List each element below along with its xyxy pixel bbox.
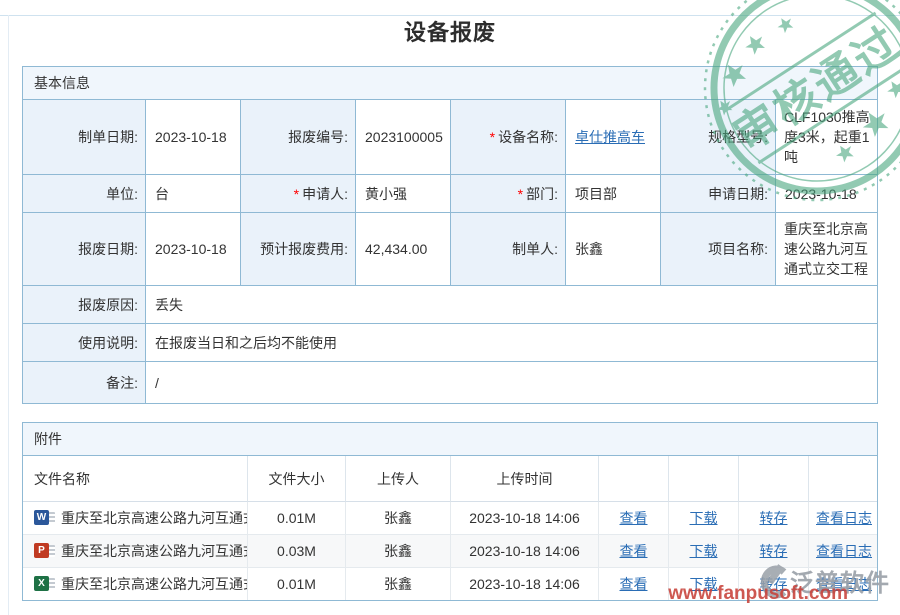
basic-info-table: 制单日期: 2023-10-18 报废编号: 2023100005 *设备名称:… — [23, 100, 878, 404]
col-upload-time: 上传时间 — [451, 456, 599, 502]
file-size: 0.01M — [248, 502, 346, 535]
attachments-table: 文件名称 文件大小 上传人 上传时间 W 重庆至北京高速公路九河互通式 0.01M… — [23, 456, 878, 601]
field-label-spec-model: 规格型号: — [661, 100, 776, 175]
download-link[interactable]: 下载 — [690, 576, 718, 592]
field-value-scrap-reason: 丢失 — [146, 286, 878, 324]
saveas-link[interactable]: 转存 — [760, 510, 788, 526]
file-uploader: 张鑫 — [346, 535, 451, 568]
field-value-make-date: 2023-10-18 — [146, 100, 241, 175]
attachments-panel: 附件 文件名称 文件大小 上传人 上传时间 W 重庆至北京高速公路九河互通式 — [22, 422, 878, 601]
field-label-scrap-reason: 报废原因: — [23, 286, 146, 324]
view-log-link[interactable]: 查看日志 — [816, 510, 872, 526]
col-action-view — [599, 456, 669, 502]
basic-info-panel: 基本信息 制单日期: 2023-10-18 报废编号: 2023100005 *… — [22, 66, 878, 404]
excel-file-icon: X — [34, 576, 55, 592]
ppt-file-icon: P — [34, 543, 55, 559]
download-link[interactable]: 下载 — [690, 543, 718, 559]
col-action-download — [669, 456, 739, 502]
attachments-section-header: 附件 — [23, 423, 877, 456]
field-value-spec-model: CLF1030推高度3米，起重1吨 — [776, 100, 878, 175]
top-divider — [0, 15, 900, 16]
file-upload-time: 2023-10-18 14:06 — [451, 535, 599, 568]
view-log-link[interactable]: 查看日志 — [816, 576, 872, 592]
view-link[interactable]: 查看 — [620, 543, 648, 559]
field-label-project-name: 项目名称: — [661, 213, 776, 286]
required-marker: * — [490, 129, 495, 145]
col-action-saveas — [739, 456, 809, 502]
file-name: 重庆至北京高速公路九河互通式 — [61, 543, 248, 559]
download-link[interactable]: 下载 — [690, 510, 718, 526]
file-size: 0.03M — [248, 535, 346, 568]
saveas-link[interactable]: 转存 — [760, 543, 788, 559]
file-upload-time: 2023-10-18 14:06 — [451, 502, 599, 535]
file-uploader: 张鑫 — [346, 502, 451, 535]
attachment-row: P 重庆至北京高速公路九河互通式 0.03M 张鑫 2023-10-18 14:0… — [23, 535, 878, 568]
file-name: 重庆至北京高速公路九河互通式 — [61, 510, 248, 526]
field-label-remark: 备注: — [23, 362, 146, 404]
attachment-row: X 重庆至北京高速公路九河互通式 0.01M 张鑫 2023-10-18 14:0… — [23, 568, 878, 601]
page-title: 设备报废 — [0, 15, 900, 47]
col-uploader: 上传人 — [346, 456, 451, 502]
file-upload-time: 2023-10-18 14:06 — [451, 568, 599, 601]
field-value-usage-note: 在报废当日和之后均不能使用 — [146, 324, 878, 362]
field-label-unit: 单位: — [23, 175, 146, 213]
file-name-cell: W 重庆至北京高速公路九河互通式 — [23, 502, 248, 535]
attachments-header-row: 文件名称 文件大小 上传人 上传时间 — [23, 456, 878, 502]
attachment-row: W 重庆至北京高速公路九河互通式 0.01M 张鑫 2023-10-18 14:0… — [23, 502, 878, 535]
field-label-equipment-name: *设备名称: — [451, 100, 566, 175]
field-value-project-name: 重庆至北京高速公路九河互通式立交工程 — [776, 213, 878, 286]
field-value-applicant: 黄小强 — [356, 175, 451, 213]
field-label-usage-note: 使用说明: — [23, 324, 146, 362]
content-area: 基本信息 制单日期: 2023-10-18 报废编号: 2023100005 *… — [22, 66, 878, 601]
view-link[interactable]: 查看 — [620, 576, 648, 592]
col-file-name: 文件名称 — [23, 456, 248, 502]
view-log-link[interactable]: 查看日志 — [816, 543, 872, 559]
field-value-unit: 台 — [146, 175, 241, 213]
equipment-name-link[interactable]: 卓仕推高车 — [575, 129, 645, 145]
field-label-department: *部门: — [451, 175, 566, 213]
field-value-department: 项目部 — [566, 175, 661, 213]
field-value-scrap-no: 2023100005 — [356, 100, 451, 175]
left-divider — [8, 15, 9, 615]
file-size: 0.01M — [248, 568, 346, 601]
word-file-icon: W — [34, 510, 55, 526]
field-value-apply-date: 2023-10-18 — [776, 175, 878, 213]
field-label-apply-date: 申请日期: — [661, 175, 776, 213]
col-action-log — [809, 456, 878, 502]
field-label-make-date: 制单日期: — [23, 100, 146, 175]
field-value-estimated-cost: 42,434.00 — [356, 213, 451, 286]
field-label-scrap-no: 报废编号: — [241, 100, 356, 175]
saveas-link[interactable]: 转存 — [760, 576, 788, 592]
field-value-remark: / — [146, 362, 878, 404]
field-label-applicant: *申请人: — [241, 175, 356, 213]
basic-info-section-header: 基本信息 — [23, 67, 877, 100]
field-label-estimated-cost: 预计报废费用: — [241, 213, 356, 286]
field-value-maker: 张鑫 — [566, 213, 661, 286]
col-file-size: 文件大小 — [248, 456, 346, 502]
field-label-maker: 制单人: — [451, 213, 566, 286]
required-marker: * — [294, 186, 299, 202]
view-link[interactable]: 查看 — [620, 510, 648, 526]
field-value-scrap-date: 2023-10-18 — [146, 213, 241, 286]
field-label-scrap-date: 报废日期: — [23, 213, 146, 286]
file-uploader: 张鑫 — [346, 568, 451, 601]
field-value-equipment-name: 卓仕推高车 — [566, 100, 661, 175]
file-name: 重庆至北京高速公路九河互通式 — [61, 576, 248, 592]
file-name-cell: P 重庆至北京高速公路九河互通式 — [23, 535, 248, 568]
file-name-cell: X 重庆至北京高速公路九河互通式 — [23, 568, 248, 601]
required-marker: * — [518, 186, 523, 202]
